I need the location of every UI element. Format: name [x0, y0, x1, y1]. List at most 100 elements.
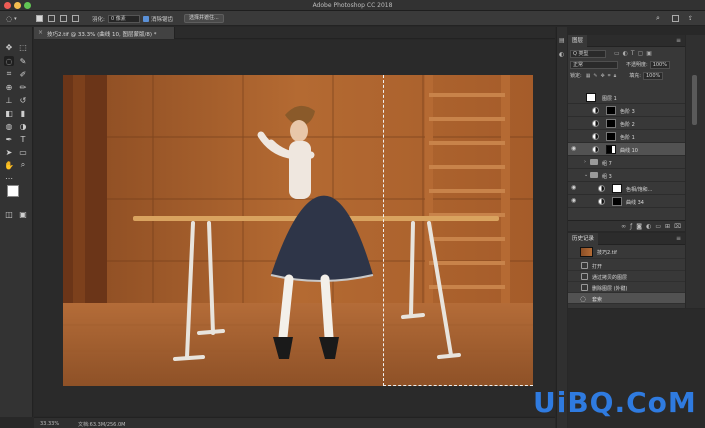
intersect-selection-icon: [72, 15, 79, 22]
new-group-icon[interactable]: ▭: [655, 223, 661, 230]
layer-row[interactable]: ◉ 曲线 34: [568, 195, 685, 208]
folder-icon: [590, 172, 598, 178]
new-adjustment-icon[interactable]: ◐: [646, 223, 651, 230]
history-panel-icon[interactable]: ▤: [559, 37, 565, 44]
eraser-tool-icon[interactable]: ◧: [4, 108, 14, 118]
type-tool-icon[interactable]: T: [18, 134, 28, 144]
add-mask-icon[interactable]: ◙: [636, 223, 642, 230]
layer-row[interactable]: 色阶 3: [568, 104, 685, 117]
layer-row[interactable]: › 组 7: [568, 156, 685, 169]
history-label: 删除图层 (外键): [592, 286, 628, 292]
levels-adjustment-icon: [592, 133, 599, 140]
fill-input[interactable]: 100%: [642, 71, 663, 80]
eye-icon[interactable]: ◉: [571, 198, 577, 204]
lock-icons[interactable]: ▦✎✥⌗🔒︎: [586, 73, 620, 79]
layers-panel-header: 图层 ≡: [568, 35, 685, 47]
levels-adjustment-icon: [592, 120, 599, 127]
path-select-tool-icon[interactable]: ➤: [4, 147, 14, 157]
lasso-preset-picker[interactable]: ◌ ▾: [6, 14, 17, 23]
fill-label: 填充:: [629, 73, 641, 79]
layer-name: 组 7: [602, 161, 612, 167]
layer-filter-select[interactable]: Q 类型: [570, 49, 606, 58]
brush-tool-icon[interactable]: ✏: [18, 82, 28, 92]
close-icon[interactable]: ×: [38, 29, 43, 36]
panel-scrollbar[interactable]: [686, 35, 705, 308]
layer-row[interactable]: 图层 1: [568, 91, 685, 104]
share-icon[interactable]: ⇪: [688, 14, 693, 23]
workspace-button[interactable]: [672, 14, 679, 23]
foreground-color-swatch[interactable]: [7, 185, 19, 197]
trash-icon[interactable]: ⌧: [674, 223, 681, 230]
link-layers-icon[interactable]: ∞: [621, 223, 626, 230]
layer-row[interactable]: ⌄ 组 3: [568, 169, 685, 182]
properties-panel-icon[interactable]: ◐: [559, 51, 564, 58]
layer-thumbnail: [586, 93, 596, 102]
history-item[interactable]: 打开: [568, 260, 685, 271]
stamp-tool-icon[interactable]: ⊥: [4, 95, 14, 105]
panel-menu-icon[interactable]: ≡: [676, 235, 681, 242]
history-state-icon: [581, 262, 588, 269]
eyedropper-tool-icon[interactable]: ✐: [18, 69, 28, 79]
layer-row[interactable]: 色阶 2: [568, 117, 685, 130]
history-item[interactable]: 删除图层 (外键): [568, 282, 685, 293]
panel-menu-icon[interactable]: ≡: [676, 37, 681, 44]
eye-icon[interactable]: ◉: [571, 185, 577, 191]
history-snapshot[interactable]: 技巧2.tif: [568, 245, 685, 259]
layer-filter-icons[interactable]: ▭◐T▢▣: [614, 50, 655, 57]
subtract-selection-button[interactable]: [60, 14, 67, 23]
fx-icon[interactable]: ƒ: [630, 223, 632, 230]
snapshot-label: 技巧2.tif: [597, 250, 617, 256]
zoom-tool-icon[interactable]: ⌕: [18, 160, 28, 170]
document-tab[interactable]: × 技巧2.tif @ 33.3% (曲线 10, 图层蒙版/8) *: [34, 27, 175, 39]
history-item-selected[interactable]: ◌ 套索: [568, 293, 685, 304]
tab-history[interactable]: 历史记录: [568, 233, 599, 245]
quick-mask-icon[interactable]: ◫: [4, 209, 14, 219]
document-info[interactable]: 文档:63.3M/256.0M: [78, 421, 125, 428]
history-label: 通过拷贝的图层: [592, 275, 628, 281]
pen-tool-icon[interactable]: ✒: [4, 134, 14, 144]
layer-mask-thumbnail: [606, 106, 616, 115]
antialias-label: 消除锯齿: [151, 16, 174, 23]
layer-row[interactable]: 色阶 1: [568, 130, 685, 143]
scrollbar-thumb[interactable]: [692, 75, 697, 125]
new-layer-icon[interactable]: ⊞: [665, 223, 670, 230]
eye-icon[interactable]: ◉: [571, 146, 577, 152]
tab-strip: [175, 27, 555, 39]
history-item[interactable]: 通过拷贝的图层: [568, 271, 685, 282]
move-tool-icon[interactable]: ✥: [4, 42, 14, 52]
history-brush-tool-icon[interactable]: ↺: [18, 95, 28, 105]
hand-tool-icon[interactable]: ✋: [4, 160, 14, 170]
zoom-level[interactable]: 33.33%: [40, 421, 59, 427]
opacity-input[interactable]: 100%: [649, 60, 670, 69]
select-and-mask-button[interactable]: 选择并遮住...: [184, 14, 224, 23]
new-selection-button[interactable]: [36, 14, 43, 23]
intersect-selection-button[interactable]: [72, 14, 79, 23]
add-selection-button[interactable]: [48, 14, 55, 23]
blur-tool-icon[interactable]: ◍: [4, 121, 14, 131]
screen-mode-icon[interactable]: ▣: [18, 209, 28, 219]
feather-label: 羽化:: [92, 16, 105, 23]
shape-tool-icon[interactable]: ▭: [18, 147, 28, 157]
feather-input[interactable]: 0 像素: [108, 14, 140, 23]
new-selection-icon: [36, 15, 43, 22]
selection-marquee: [383, 75, 533, 386]
tab-layers[interactable]: 图层: [568, 35, 588, 47]
gradient-tool-icon[interactable]: ▮: [18, 108, 28, 118]
layer-row-selected[interactable]: ◉ 曲线 10: [568, 143, 685, 156]
layer-name: 色阶 1: [620, 135, 635, 141]
marquee-tool-icon[interactable]: ⬚: [18, 42, 28, 52]
chevron-down-icon[interactable]: ⌄: [584, 172, 588, 178]
crop-tool-icon[interactable]: ⌗: [4, 69, 14, 79]
document-image[interactable]: [63, 75, 533, 386]
layer-row[interactable]: ◉ 色相/饱和...: [568, 182, 685, 195]
chevron-right-icon[interactable]: ›: [584, 159, 586, 165]
more-tools-icon[interactable]: ⋯: [4, 173, 14, 183]
quick-select-tool-icon[interactable]: ✎: [18, 56, 28, 66]
tools-panel: ✥ ⬚ ◌ ✎ ⌗ ✐ ⊕ ✏ ⊥ ↺ ◧ ▮ ◍ ◑ ✒ T ➤ ▭ ✋ ⌕ …: [0, 27, 33, 417]
lasso-tool-icon[interactable]: ◌: [4, 56, 14, 66]
antialias-checkbox[interactable]: 消除锯齿: [143, 14, 173, 23]
search-icon[interactable]: ⌕: [656, 14, 660, 23]
healing-tool-icon[interactable]: ⊕: [4, 82, 14, 92]
dodge-tool-icon[interactable]: ◑: [18, 121, 28, 131]
blend-mode-select[interactable]: 正常: [570, 60, 618, 69]
